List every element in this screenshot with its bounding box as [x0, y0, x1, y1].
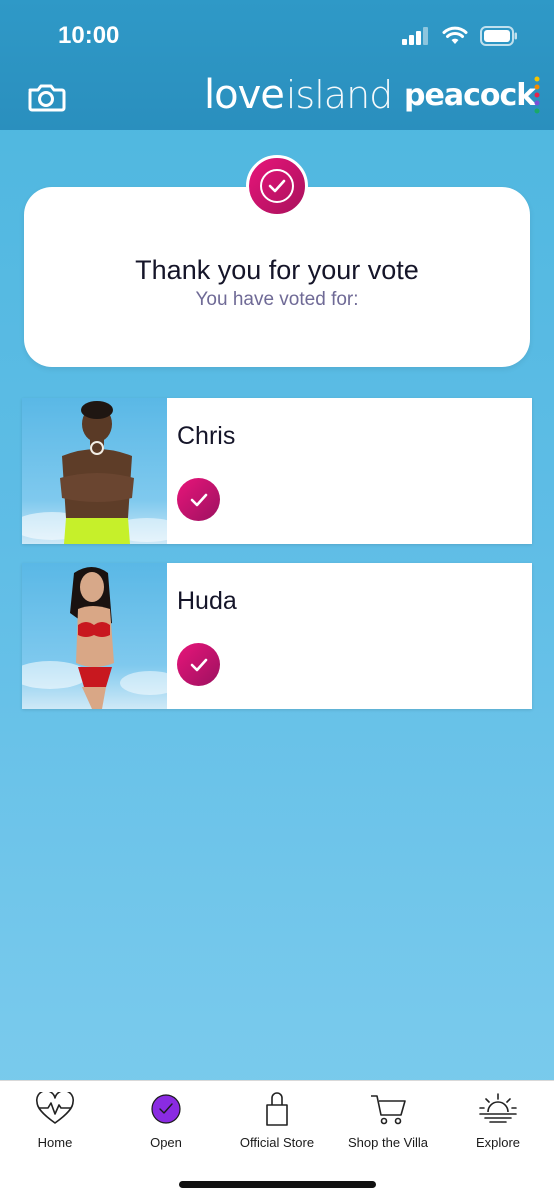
battery-icon	[480, 26, 518, 51]
contestant-photo	[22, 398, 167, 544]
tab-label: Explore	[475, 1135, 521, 1150]
nav-bar: love island peacock	[0, 70, 554, 130]
tab-shop-the-villa[interactable]: Shop the Villa	[333, 1089, 443, 1159]
tab-label: Open	[150, 1135, 182, 1150]
camera-icon	[28, 84, 66, 112]
tab-label: Official Store	[239, 1135, 315, 1150]
heart-pulse-icon	[33, 1089, 77, 1129]
confirmation-subtitle: You have voted for:	[195, 289, 359, 310]
home-indicator[interactable]	[179, 1181, 376, 1188]
wifi-icon	[442, 26, 468, 51]
check-circle-icon	[260, 169, 294, 203]
cellular-signal-icon	[402, 27, 430, 50]
logo-island-text: island	[285, 73, 393, 117]
sunrise-icon	[476, 1089, 520, 1129]
tab-explore[interactable]: Explore	[443, 1089, 553, 1159]
camera-button[interactable]	[26, 78, 66, 118]
status-time: 10:00	[58, 22, 120, 49]
status-bar: 10:00	[0, 0, 554, 70]
voted-contestant-card: Chris	[22, 398, 532, 544]
tab-official-store[interactable]: Official Store	[222, 1089, 332, 1159]
vote-check-icon	[177, 643, 220, 686]
contestant-info: Huda	[167, 563, 532, 709]
tab-home[interactable]: Home	[0, 1089, 110, 1159]
contestant-info: Chris	[167, 398, 532, 544]
shopping-cart-icon	[366, 1089, 410, 1129]
peacock-logo: peacock	[404, 78, 536, 113]
tab-label: Shop the Villa	[348, 1135, 428, 1150]
voted-contestant-card: Huda	[22, 563, 532, 709]
peacock-dots-icon	[534, 76, 540, 114]
contestant-name: Huda	[177, 587, 237, 615]
contestant-name: Chris	[177, 422, 236, 450]
logo-love-text: love	[204, 72, 285, 118]
tab-open[interactable]: Open	[111, 1089, 221, 1159]
status-icons	[402, 26, 518, 51]
tab-label: Home	[37, 1135, 73, 1150]
confirmation-title: Thank you for your vote	[135, 255, 419, 285]
contestant-photo	[22, 563, 167, 709]
shopping-bag-icon	[255, 1089, 299, 1129]
love-island-logo: love island	[204, 72, 393, 124]
vote-confirmed-badge	[246, 155, 308, 217]
vote-check-icon	[144, 1089, 188, 1129]
vote-check-icon	[177, 478, 220, 521]
